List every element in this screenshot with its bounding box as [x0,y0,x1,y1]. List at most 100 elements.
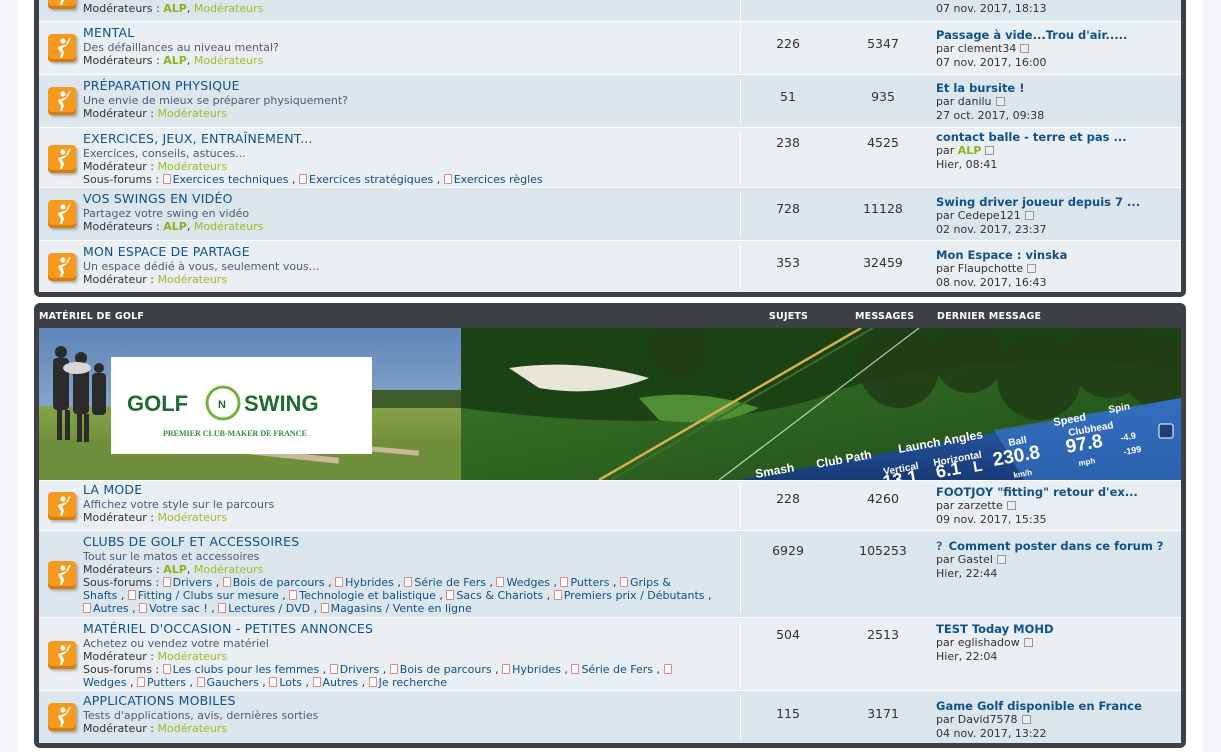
subforum-link[interactable]: Shafts [83,589,117,602]
subforum-link[interactable]: Exercices techniques [173,173,289,186]
subforum-icon [136,677,145,687]
moderator-link[interactable]: Modérateurs [158,650,228,663]
user-link[interactable]: zarzette [958,499,1003,512]
posts-count: 11128 [863,201,903,216]
moderator-link[interactable]: Modérateurs [194,220,264,233]
forum-golfer-icon[interactable] [48,145,76,173]
subforum-link[interactable]: Drivers [340,663,380,676]
goto-post-icon[interactable] [1020,44,1030,53]
moderator-link[interactable]: Modérateurs [158,160,228,173]
goto-post-icon[interactable] [1021,715,1031,724]
subforum-link[interactable]: Autres [323,676,359,689]
subforum-link[interactable]: Putters [570,576,609,589]
goto-post-icon[interactable] [995,97,1005,106]
forum-moderators: Modérateurs : ALP, Modérateurs [83,220,264,233]
subforum-link[interactable]: Bois de parcours [233,576,325,589]
sponsor-banner[interactable]: GOLF N SWING PREMIER CLUB-MAKER DE FRANC… [39,328,1181,480]
last-post-title-link[interactable]: contact balle - terre et pas ... [936,130,1127,144]
subforum-link[interactable]: Autres [93,602,129,615]
subforum-link[interactable]: Wedges [506,576,549,589]
forum-row: MATÉRIEL D'OCCASION - PETITES ANNONCES A… [39,617,1181,690]
user-link[interactable]: Cedepe121 [958,209,1021,222]
subforum-link[interactable]: Les clubs pour les femmes [173,663,320,676]
subforum-link[interactable]: Gauchers [207,676,259,689]
moderator-link[interactable]: Modérateurs [158,511,228,524]
last-post-title-link[interactable]: Passage à vide...Trou d'air..... [936,28,1127,42]
subforum-link[interactable]: Magasins / Vente en ligne [331,602,472,615]
subforum-link[interactable]: Exercices stratégiques [309,173,433,186]
subforum-link[interactable]: Putters [147,676,186,689]
subforum-icon [389,664,398,674]
user-link[interactable]: Flaupchotte [958,262,1023,275]
subforum-link[interactable]: Grips & [630,576,671,589]
subforum-link[interactable]: Série de Fers [581,663,653,676]
goto-post-icon[interactable] [1026,264,1036,273]
subforum-link[interactable]: Lots [279,676,302,689]
goto-post-icon[interactable] [1006,501,1016,510]
subforum-link[interactable]: Wedges [83,676,126,689]
goto-post-icon[interactable] [985,146,995,155]
subforum-link[interactable]: Exercices règles [454,173,543,186]
subforum-link[interactable]: Fitting / Clubs sur mesure [138,589,279,602]
moderator-link[interactable]: ALP [163,54,187,67]
forum-title-link[interactable]: PRÉPARATION PHYSIQUE [83,78,240,93]
subforum-link[interactable]: Votre sac ! [149,602,208,615]
last-post-title-link[interactable]: Game Golf disponible en France [936,699,1142,713]
subforum-link[interactable]: Hybrides [345,576,394,589]
user-link[interactable]: David7578 [958,713,1018,726]
goto-post-icon[interactable] [996,555,1006,564]
last-post-date: 07 nov. 2017, 18:13 [936,2,1047,15]
last-post-title-link[interactable]: Et la bursite ! [936,81,1025,95]
forum-golfer-icon[interactable] [48,0,76,9]
subforums-list: Sous-forums : Drivers , Bois de parcours… [83,576,671,589]
moderator-link[interactable]: Modérateurs [158,722,228,735]
forum-title-link[interactable]: APPLICATIONS MOBILES [83,693,236,708]
subforum-link[interactable]: Je recherche [379,676,447,689]
last-post-title-link[interactable]: ? Comment poster dans ce forum ? [936,539,1163,553]
forum-golfer-icon[interactable] [48,641,76,669]
forum-title-link[interactable]: LA MODE [83,482,142,497]
forum-title-link[interactable]: MATÉRIEL D'OCCASION - PETITES ANNONCES [83,621,373,636]
forum-golfer-icon[interactable] [48,561,76,589]
forum-title-link[interactable]: MENTAL [83,25,134,40]
subforum-link[interactable]: Bois de parcours [400,663,492,676]
user-link[interactable]: eglishadow [958,636,1020,649]
user-link[interactable]: Gastel [958,553,993,566]
subforum-link[interactable]: Lectures / DVD [228,602,310,615]
hud-value: 6.1 [934,458,962,480]
forum-title-link[interactable]: VOS SWINGS EN VIDÉO [83,191,233,206]
subforum-link[interactable]: Premiers prix / Débutants [564,589,705,602]
forum-golfer-icon[interactable] [48,703,76,731]
moderator-link[interactable]: Modérateurs [194,54,264,67]
subforum-link[interactable]: Série de Fers [414,576,486,589]
forum-title-link[interactable]: MON ESPACE DE PARTAGE [83,244,250,259]
forum-title-link[interactable]: CLUBS DE GOLF ET ACCESSOIRES [83,534,299,549]
subforum-link[interactable]: Drivers [173,576,213,589]
subforum-link[interactable]: Hybrides [512,663,561,676]
last-post-title-link[interactable]: Swing driver joueur depuis 7 ... [936,195,1140,209]
user-link[interactable]: clement34 [958,42,1017,55]
moderator-link[interactable]: ALP [163,220,187,233]
last-post-title-link[interactable]: Mon Espace : vinska [936,248,1067,262]
user-link[interactable]: danilu [958,95,992,108]
user-link[interactable]: ALP [958,144,982,157]
forum-golfer-icon[interactable] [48,492,76,520]
forum-title-link[interactable]: EXERCICES, JEUX, ENTRAÎNEMENT... [83,131,313,146]
category-title-link[interactable]: MATÉRIEL DE GOLF [39,311,144,322]
moderator-link[interactable]: Modérateurs [158,273,228,286]
goto-post-icon[interactable] [1024,211,1034,220]
forum-golfer-icon[interactable] [48,87,76,115]
moderator-link[interactable]: Modérateurs [158,107,228,120]
last-post-title-link[interactable]: TEST Today MOHD [936,622,1054,636]
last-post-title-link[interactable]: FOOTJOY "fitting" retour d'ex... [936,485,1138,499]
moderator-link[interactable]: ALP [163,563,187,576]
goto-post-icon[interactable] [1023,638,1033,647]
forum-golfer-icon[interactable] [48,200,76,228]
forum-golfer-icon[interactable] [48,34,76,62]
subforum-link[interactable]: Technologie et balistique [299,589,436,602]
moderator-link[interactable]: Modérateurs [194,2,264,15]
forum-golfer-icon[interactable] [48,253,76,281]
moderator-link[interactable]: ALP [163,2,187,15]
subforum-link[interactable]: Sacs & Chariots [456,589,543,602]
moderator-link[interactable]: Modérateurs [194,563,264,576]
